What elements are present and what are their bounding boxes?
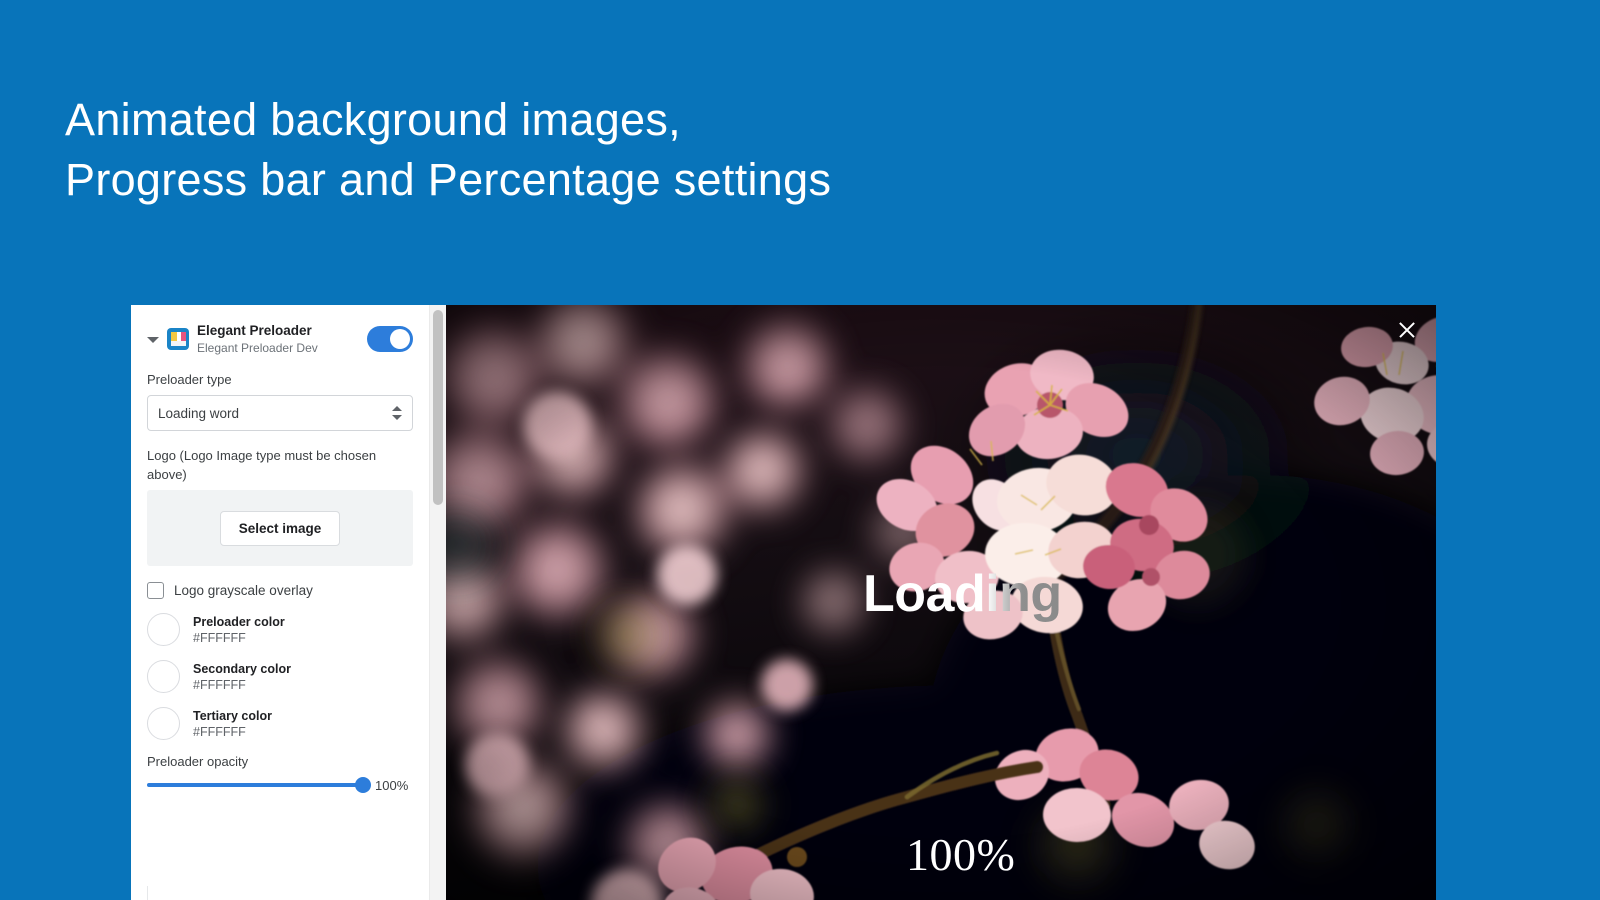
preloader-type-label: Preloader type — [147, 372, 232, 387]
secondary-color-meta: Secondary color #FFFFFF — [193, 661, 291, 693]
preloader-opacity-slider[interactable] — [147, 777, 371, 793]
close-icon[interactable] — [1394, 317, 1420, 343]
secondary-color-name: Secondary color — [193, 661, 291, 676]
percentage-text: 100% — [906, 829, 1016, 880]
preloader-type-group: Preloader type Loading word — [147, 370, 413, 431]
tertiary-color-swatch[interactable] — [147, 707, 180, 740]
color-row-tertiary: Tertiary color #FFFFFF — [147, 707, 413, 740]
preloader-type-select[interactable]: Loading word — [147, 395, 413, 431]
tertiary-color-meta: Tertiary color #FFFFFF — [193, 708, 272, 740]
settings-scroll-area: Elegant Preloader Elegant Preloader Dev … — [131, 305, 429, 900]
logo-grayscale-label: Logo grayscale overlay — [174, 583, 313, 598]
panel-bottom-divider — [147, 886, 148, 900]
chevron-down-icon[interactable] — [147, 333, 159, 345]
preloader-color-value: #FFFFFF — [193, 630, 246, 645]
logo-label: Logo (Logo Image type must be chosen abo… — [147, 448, 377, 482]
select-image-button[interactable]: Select image — [219, 510, 341, 546]
preloader-preview: Loading 100% — [446, 305, 1436, 900]
secondary-color-swatch[interactable] — [147, 660, 180, 693]
preloader-color-swatch[interactable] — [147, 613, 180, 646]
settings-scrollbar[interactable] — [429, 305, 446, 900]
preloader-opacity-value: 100% — [375, 777, 409, 793]
logo-grayscale-checkbox[interactable] — [147, 582, 164, 599]
preloader-color-name: Preloader color — [193, 614, 285, 629]
extension-text: Elegant Preloader Elegant Preloader Dev — [197, 322, 359, 356]
logo-group: Logo (Logo Image type must be chosen abo… — [147, 446, 413, 566]
logo-dropzone[interactable]: Select image — [147, 490, 413, 566]
toggle-knob — [390, 329, 410, 349]
extension-icon — [167, 328, 189, 350]
preloader-color-meta: Preloader color #FFFFFF — [193, 614, 285, 646]
preloader-opacity-label: Preloader opacity — [147, 754, 249, 769]
page-title: Animated background images, Progress bar… — [65, 94, 832, 205]
extension-header: Elegant Preloader Elegant Preloader Dev — [147, 305, 413, 370]
logo-grayscale-checkbox-row[interactable]: Logo grayscale overlay — [147, 582, 413, 599]
extension-enable-toggle[interactable] — [367, 326, 413, 352]
scrollbar-thumb[interactable] — [433, 310, 443, 505]
slider-thumb[interactable] — [355, 777, 371, 793]
extension-developer: Elegant Preloader Dev — [197, 341, 318, 355]
preloader-type-value: Loading word — [158, 405, 240, 421]
extension-name: Elegant Preloader — [197, 323, 312, 338]
tertiary-color-value: #FFFFFF — [193, 724, 246, 739]
slider-rail — [147, 783, 363, 787]
color-row-preloader: Preloader color #FFFFFF — [147, 613, 413, 646]
color-row-secondary: Secondary color #FFFFFF — [147, 660, 413, 693]
secondary-color-value: #FFFFFF — [193, 677, 246, 692]
tertiary-color-name: Tertiary color — [193, 708, 272, 723]
settings-panel: Elegant Preloader Elegant Preloader Dev … — [131, 305, 429, 900]
demo-stage: Elegant Preloader Elegant Preloader Dev … — [131, 305, 1436, 900]
loading-word-text: Loading — [863, 565, 1062, 623]
preloader-opacity-row: 100% — [147, 777, 413, 793]
select-stepper-icon — [392, 405, 402, 421]
